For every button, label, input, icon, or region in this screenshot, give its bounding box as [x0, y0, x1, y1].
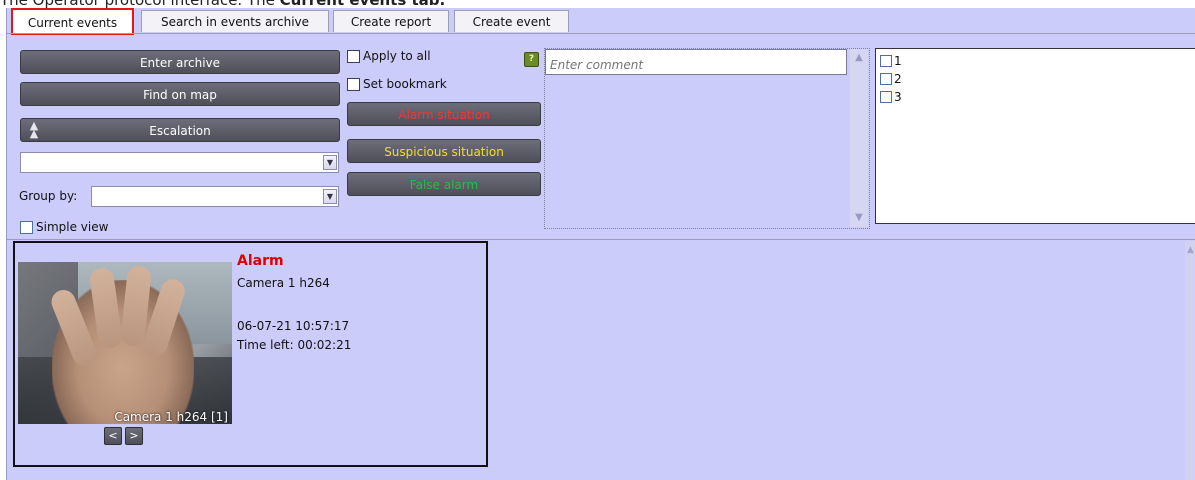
set-bookmark-label: Set bookmark — [363, 77, 447, 91]
set-bookmark-checkbox[interactable] — [347, 78, 360, 91]
section-divider — [7, 239, 1195, 240]
page-caption: The Operator protocol interface. The Cur… — [0, 0, 1195, 8]
event-title: Alarm — [237, 253, 284, 269]
comment-scrollbar[interactable]: ▲ ▼ — [850, 49, 868, 227]
event-thumbnail[interactable]: Camera 1 h264 [1] — [18, 262, 232, 424]
camera-checkbox[interactable] — [880, 55, 892, 67]
camera-label: 3 — [894, 90, 902, 104]
escalation-label: Escalation — [149, 124, 211, 138]
tab-search-events-archive[interactable]: Search in events archive — [141, 10, 329, 32]
previous-frame-button[interactable]: < — [104, 427, 122, 445]
group-by-dropdown[interactable]: ▼ — [91, 186, 339, 207]
event-time-left: Time left: 00:02:21 — [237, 338, 352, 352]
simple-view-checkbox[interactable] — [20, 221, 33, 234]
tab-current-events[interactable]: Current events — [11, 8, 134, 35]
caption-suffix: tab. — [406, 0, 446, 8]
scroll-up-icon[interactable]: ▲ — [852, 51, 866, 65]
scroll-up-icon[interactable]: ▲ — [1185, 245, 1195, 255]
enter-archive-button[interactable]: Enter archive — [20, 50, 340, 74]
chevron-down-icon[interactable]: ▼ — [323, 189, 337, 204]
simple-view-label: Simple view — [36, 220, 109, 234]
apply-to-all-checkbox[interactable] — [347, 50, 360, 63]
comment-input[interactable] — [545, 49, 847, 75]
event-camera: Camera 1 h264 — [237, 276, 330, 290]
camera-checkbox[interactable] — [880, 73, 892, 85]
double-chevron-up-icon: ▲ ▲ — [29, 119, 39, 140]
escalation-button[interactable]: ▲ ▲ Escalation — [20, 118, 340, 142]
event-timestamp: 06-07-21 10:57:17 — [237, 319, 350, 333]
scroll-down-icon[interactable]: ▼ — [852, 211, 866, 225]
tab-create-event[interactable]: Create event — [454, 10, 569, 32]
apply-to-all-label: Apply to all — [363, 49, 431, 63]
group-by-label: Group by: — [19, 189, 78, 203]
camera-checkbox[interactable] — [880, 91, 892, 103]
camera-label: 1 — [894, 54, 902, 68]
suspicious-situation-button[interactable]: Suspicious situation — [347, 139, 541, 163]
comment-area — [544, 48, 870, 229]
chevron-down-icon[interactable]: ▼ — [323, 155, 337, 170]
find-on-map-button[interactable]: Find on map — [20, 82, 340, 106]
operator-protocol-window: Current events Search in events archive … — [6, 8, 1195, 480]
question-icon[interactable]: ? — [524, 52, 539, 67]
tab-bar: Current events Search in events archive … — [7, 8, 1195, 35]
tab-create-report[interactable]: Create report — [333, 10, 449, 32]
next-frame-button[interactable]: > — [125, 427, 143, 445]
caption-bold: Current events — [280, 0, 407, 8]
caption-prefix: The Operator protocol interface. The — [0, 0, 280, 8]
camera-label: 2 — [894, 72, 902, 86]
thumbnail-caption: Camera 1 h264 [1] — [114, 410, 228, 424]
events-scrollbar[interactable]: ▲ — [1185, 241, 1195, 480]
camera-list: 1 2 3 — [875, 48, 1195, 224]
tab-divider — [7, 33, 1195, 34]
filter-dropdown[interactable]: ▼ — [20, 152, 339, 173]
alarm-situation-button[interactable]: Alarm situation — [347, 102, 541, 126]
false-alarm-button[interactable]: False alarm — [347, 172, 541, 196]
